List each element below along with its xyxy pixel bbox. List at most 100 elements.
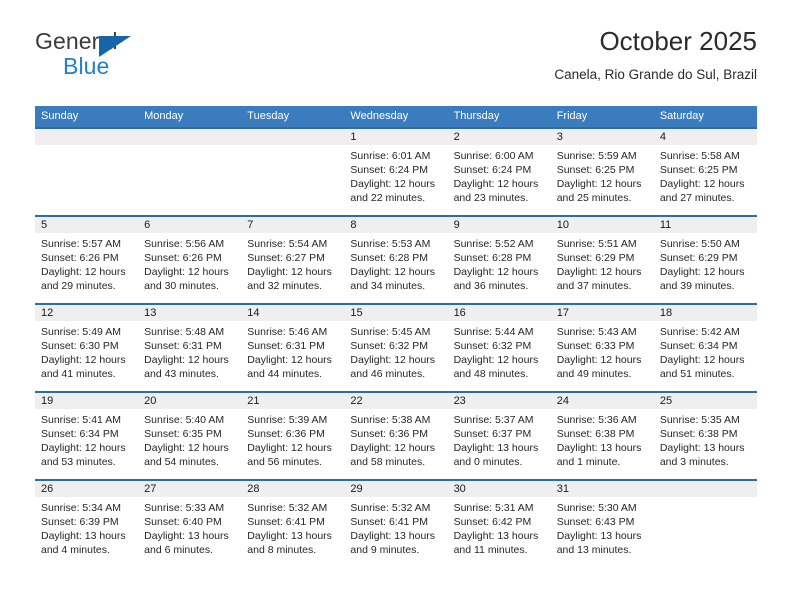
- day-cell[interactable]: 1 Sunrise: 6:01 AM Sunset: 6:24 PM Dayli…: [344, 129, 447, 215]
- sunrise-text: Sunrise: 5:57 AM: [41, 238, 121, 250]
- day-details: Sunrise: 5:59 AM Sunset: 6:25 PM Dayligh…: [557, 149, 650, 205]
- daylight-text-line2: and 6 minutes.: [144, 544, 214, 556]
- day-cell[interactable]: 18 Sunrise: 5:42 AM Sunset: 6:34 PM Dayl…: [654, 305, 757, 391]
- daylight-text-line2: and 56 minutes.: [247, 456, 322, 468]
- daylight-text-line1: Daylight: 13 hours: [556, 442, 642, 454]
- day-cell[interactable]: 4 Sunrise: 5:58 AM Sunset: 6:25 PM Dayli…: [654, 129, 757, 215]
- sunset-text: Sunset: 6:26 PM: [41, 252, 119, 264]
- sunrise-text: Sunrise: 5:52 AM: [453, 238, 534, 250]
- day-cell[interactable]: 12 Sunrise: 5:49 AM Sunset: 6:30 PM Dayl…: [35, 305, 138, 391]
- daylight-text-line1: Daylight: 12 hours: [144, 354, 229, 366]
- day-cell[interactable]: [241, 129, 344, 215]
- day-cell[interactable]: 27 Sunrise: 5:33 AM Sunset: 6:40 PM Dayl…: [138, 481, 241, 567]
- day-details: Sunrise: 5:30 AM Sunset: 6:43 PM Dayligh…: [557, 501, 650, 557]
- day-cell[interactable]: 19 Sunrise: 5:41 AM Sunset: 6:34 PM Dayl…: [35, 393, 138, 479]
- daylight-text-line1: Daylight: 12 hours: [41, 354, 126, 366]
- daylight-text-line1: Daylight: 12 hours: [247, 442, 332, 454]
- day-number: 7: [247, 219, 254, 231]
- sunset-text: Sunset: 6:34 PM: [659, 340, 738, 352]
- day-cell[interactable]: 17 Sunrise: 5:43 AM Sunset: 6:33 PM Dayl…: [551, 305, 654, 391]
- daylight-text-line1: Daylight: 12 hours: [144, 266, 229, 278]
- day-details: Sunrise: 5:56 AM Sunset: 6:26 PM Dayligh…: [144, 237, 237, 293]
- day-cell[interactable]: [138, 129, 241, 215]
- day-cell[interactable]: 23 Sunrise: 5:37 AM Sunset: 6:37 PM Dayl…: [448, 393, 551, 479]
- day-cell[interactable]: 16 Sunrise: 5:44 AM Sunset: 6:32 PM Dayl…: [448, 305, 551, 391]
- day-number: 11: [659, 219, 672, 231]
- day-cell[interactable]: 22 Sunrise: 5:38 AM Sunset: 6:36 PM Dayl…: [344, 393, 447, 479]
- day-number: 16: [453, 307, 466, 319]
- sunset-text: Sunset: 6:41 PM: [247, 516, 325, 528]
- daylight-text-line1: Daylight: 13 hours: [41, 530, 126, 542]
- daylight-text-line1: Daylight: 13 hours: [144, 530, 229, 542]
- daylight-text-line1: Daylight: 12 hours: [350, 354, 436, 366]
- day-number: 3: [556, 131, 563, 143]
- sunset-text: Sunset: 6:30 PM: [41, 340, 119, 352]
- weekday-header-sunday: Sunday: [41, 110, 79, 122]
- daylight-text-line2: and 51 minutes.: [659, 368, 735, 380]
- day-details: Sunrise: 5:32 AM Sunset: 6:41 PM Dayligh…: [350, 501, 443, 557]
- day-number: 26: [41, 483, 54, 495]
- daylight-text-line2: and 9 minutes.: [350, 544, 420, 556]
- daylight-text-line2: and 0 minutes.: [453, 456, 523, 468]
- day-details: Sunrise: 5:39 AM Sunset: 6:36 PM Dayligh…: [247, 413, 340, 469]
- sunrise-text: Sunrise: 5:42 AM: [659, 326, 740, 338]
- day-cell[interactable]: [35, 129, 138, 215]
- day-number: 25: [659, 395, 673, 407]
- daylight-text-line2: and 3 minutes.: [659, 456, 729, 468]
- day-details: Sunrise: 5:35 AM Sunset: 6:38 PM Dayligh…: [660, 413, 753, 469]
- day-number: 18: [659, 307, 673, 319]
- day-cell[interactable]: 14 Sunrise: 5:46 AM Sunset: 6:31 PM Dayl…: [241, 305, 344, 391]
- day-number: 29: [350, 483, 363, 495]
- brand-name-blue: Blue: [63, 53, 110, 79]
- daylight-text-line1: Daylight: 13 hours: [350, 530, 436, 542]
- daylight-text-line1: Daylight: 12 hours: [247, 266, 332, 278]
- day-cell[interactable]: 31 Sunrise: 5:30 AM Sunset: 6:43 PM Dayl…: [551, 481, 654, 567]
- brand-logo[interactable]: General Blue: [35, 28, 295, 88]
- day-cell[interactable]: 13 Sunrise: 5:48 AM Sunset: 6:31 PM Dayl…: [138, 305, 241, 391]
- day-cell[interactable]: 15 Sunrise: 5:45 AM Sunset: 6:32 PM Dayl…: [344, 305, 447, 391]
- day-cell[interactable]: 21 Sunrise: 5:39 AM Sunset: 6:36 PM Dayl…: [241, 393, 344, 479]
- page-header: General Blue October 2025 Canela, Rio Gr…: [35, 26, 757, 100]
- day-cell[interactable]: 29 Sunrise: 5:32 AM Sunset: 6:41 PM Dayl…: [344, 481, 447, 567]
- sunrise-text: Sunrise: 5:56 AM: [144, 238, 225, 250]
- day-cell[interactable]: 2 Sunrise: 6:00 AM Sunset: 6:24 PM Dayli…: [448, 129, 551, 215]
- day-cell[interactable]: 30 Sunrise: 5:31 AM Sunset: 6:42 PM Dayl…: [448, 481, 551, 567]
- sunset-text: Sunset: 6:29 PM: [556, 252, 635, 264]
- daylight-text-line2: and 58 minutes.: [350, 456, 426, 468]
- day-cell[interactable]: 24 Sunrise: 5:36 AM Sunset: 6:38 PM Dayl…: [551, 393, 654, 479]
- day-details: Sunrise: 5:31 AM Sunset: 6:42 PM Dayligh…: [454, 501, 547, 557]
- day-cell[interactable]: 3 Sunrise: 5:59 AM Sunset: 6:25 PM Dayli…: [551, 129, 654, 215]
- daylight-text-line2: and 37 minutes.: [556, 280, 632, 292]
- weekday-header-friday: Friday: [556, 110, 588, 122]
- day-number: 14: [247, 307, 260, 319]
- sunrise-text: Sunrise: 5:32 AM: [247, 502, 328, 514]
- sunrise-text: Sunrise: 5:45 AM: [350, 326, 431, 338]
- day-number: 6: [144, 219, 151, 231]
- day-cell[interactable]: 25 Sunrise: 5:35 AM Sunset: 6:38 PM Dayl…: [654, 393, 757, 479]
- day-cell[interactable]: 10 Sunrise: 5:51 AM Sunset: 6:29 PM Dayl…: [551, 217, 654, 303]
- sunrise-text: Sunrise: 5:59 AM: [556, 150, 637, 162]
- day-cell[interactable]: 5 Sunrise: 5:57 AM Sunset: 6:26 PM Dayli…: [35, 217, 138, 303]
- day-cell[interactable]: 20 Sunrise: 5:40 AM Sunset: 6:35 PM Dayl…: [138, 393, 241, 479]
- day-cell[interactable]: 6 Sunrise: 5:56 AM Sunset: 6:26 PM Dayli…: [138, 217, 241, 303]
- day-number: 24: [556, 395, 569, 407]
- sunset-text: Sunset: 6:27 PM: [247, 252, 325, 264]
- day-details: Sunrise: 5:51 AM Sunset: 6:29 PM Dayligh…: [557, 237, 650, 293]
- day-cell[interactable]: 9 Sunrise: 5:52 AM Sunset: 6:28 PM Dayli…: [448, 217, 551, 303]
- day-cell[interactable]: 8 Sunrise: 5:53 AM Sunset: 6:28 PM Dayli…: [344, 217, 447, 303]
- sunset-text: Sunset: 6:24 PM: [350, 164, 429, 176]
- day-cell[interactable]: 11 Sunrise: 5:50 AM Sunset: 6:29 PM Dayl…: [654, 217, 757, 303]
- day-cell[interactable]: [654, 481, 757, 567]
- sunset-text: Sunset: 6:26 PM: [144, 252, 222, 264]
- day-details: Sunrise: 5:57 AM Sunset: 6:26 PM Dayligh…: [41, 237, 134, 293]
- day-cell[interactable]: 28 Sunrise: 5:32 AM Sunset: 6:41 PM Dayl…: [241, 481, 344, 567]
- day-number: 31: [556, 483, 569, 495]
- sunset-text: Sunset: 6:38 PM: [659, 428, 738, 440]
- day-cell[interactable]: 7 Sunrise: 5:54 AM Sunset: 6:27 PM Dayli…: [241, 217, 344, 303]
- sunset-text: Sunset: 6:35 PM: [144, 428, 222, 440]
- day-details: Sunrise: 5:50 AM Sunset: 6:29 PM Dayligh…: [660, 237, 753, 293]
- day-details: Sunrise: 5:42 AM Sunset: 6:34 PM Dayligh…: [660, 325, 753, 381]
- weekday-header-wednesday: Wednesday: [350, 110, 409, 122]
- day-cell[interactable]: 26 Sunrise: 5:34 AM Sunset: 6:39 PM Dayl…: [35, 481, 138, 567]
- daylight-text-line2: and 36 minutes.: [453, 280, 529, 292]
